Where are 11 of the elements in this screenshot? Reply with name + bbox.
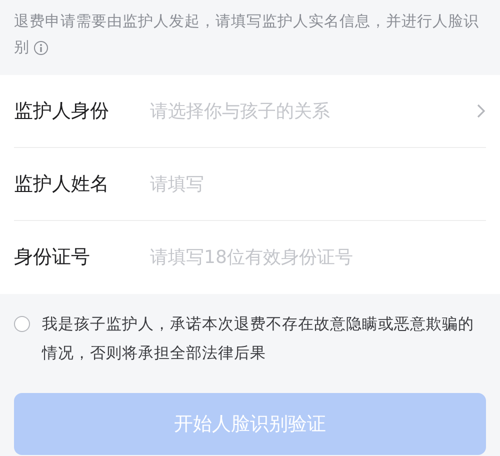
field-label: 身份证号 — [14, 245, 91, 270]
field-label: 监护人姓名 — [14, 172, 110, 197]
info-icon[interactable] — [34, 40, 48, 55]
notice-text: 退费申请需要由监护人发起，请填写监护人实名信息，并进行人脸识别 — [14, 11, 480, 58]
input-field[interactable]: 请填写18位有效身份证号 — [150, 244, 486, 271]
field-label: 监护人身份 — [14, 98, 110, 124]
agreement-text: 我是孩子监护人，承诺本次退费不存在故意隐瞒或恶意欺骗的情况，否则将承担全部法律后果 — [42, 314, 475, 364]
input-field[interactable]: 请填写 — [150, 170, 486, 198]
relation-select[interactable]: 请选择你与孩子的关系 — [150, 98, 486, 124]
agreement-checkbox[interactable] — [14, 316, 30, 332]
chevron-right-icon — [476, 103, 486, 119]
